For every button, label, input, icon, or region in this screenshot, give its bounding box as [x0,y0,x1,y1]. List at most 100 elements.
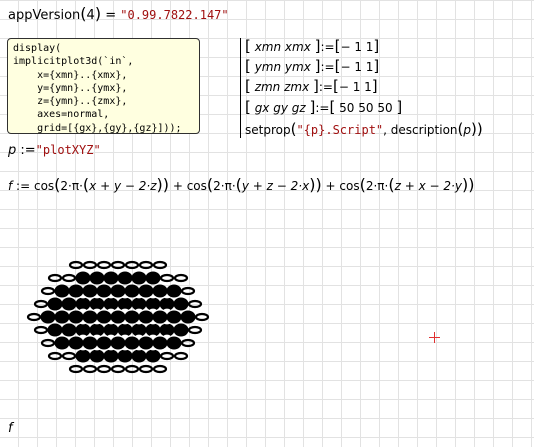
surface-gap [107,308,115,312]
xrange-assignment[interactable]: [ xmn xmx ]:=[− 1 1] [245,38,379,55]
yrange-assignment[interactable]: [ ymn ymx ]:=[− 1 1] [245,58,379,75]
implicit-plot-3d[interactable] [18,250,218,390]
surface-gap [107,334,115,338]
p-value: "plotXYZ" [35,143,101,157]
surface-blob [110,310,126,324]
surface-gap [163,334,171,338]
surface-blob [75,349,91,363]
grid-assignment[interactable]: [ gx gy gz ]:=[ 50 50 50 ] [245,99,402,116]
setprop-string-arg: "{p}.Script" [296,123,384,137]
surface-blob [117,271,133,285]
surface-gap [121,347,129,351]
script-line: axes=normal, [13,109,110,121]
assignment-block[interactable]: [ xmn xmx ]:=[− 1 1] [ ymn ymx ]:=[− 1 1… [240,38,501,138]
surface-gap [149,321,157,325]
p-definition[interactable]: p :="plotXYZ" [8,142,101,159]
surface-blob [26,312,42,322]
surface-blob [89,297,105,311]
insertion-cursor-icon [429,332,440,343]
surface-blob [194,312,210,322]
surface-blob [96,310,112,324]
script-region[interactable]: display(implicitplot3d(`in`, x={xmn}..{x… [7,38,200,134]
term-3-pre: 2·π· [365,179,389,193]
surface-blob [138,310,154,324]
surface-gap [79,308,87,312]
surface-gap [107,321,115,325]
zrange-assignment[interactable]: [ zmn zmx ]:=[− 1 1] [245,78,378,95]
surface-blob [103,323,119,337]
surface-blob [33,299,49,309]
surface-blob [124,336,140,350]
surface-blob [152,260,168,270]
p-var: p [8,143,17,158]
script-line: x={xmn}..{xmx}, [13,69,128,81]
surface-blob [89,271,105,285]
script-line: grid=[{gx},{gy},{gz}])); [13,122,182,134]
surface-blob [138,260,154,270]
surface-blob [110,364,126,374]
surface-blob [47,323,63,337]
surface-blob [40,286,56,296]
xrange-vars: xmn xmx [254,40,311,54]
surface-blob [124,310,140,324]
surface-blob [68,336,84,350]
surface-blob [47,297,63,311]
surface-blob [54,284,70,298]
app-version-fn: appVersion [8,8,81,23]
description-arg: p [463,123,472,137]
surface-gap [93,308,101,312]
term-3-inner: z + x − 2·y [394,179,462,193]
term-2-pre: 2·π· [213,179,236,193]
surface-blob [61,323,77,337]
surface-blob [180,310,196,324]
grid-vars: gx gy gz [254,101,306,115]
f-definition[interactable]: f := cos(2·π·(x + y − 2·z)) + cos(2·π·(y… [8,177,474,194]
surface-blob [96,364,112,374]
surface-blob [82,364,98,374]
setprop-call[interactable]: setprop("{p}.Script", description(p)) [245,121,483,138]
description-fn: description [390,123,458,137]
term-2-fn: cos [186,179,207,193]
surface-blob [110,260,126,270]
surface-blob [124,260,140,270]
surface-blob [68,260,84,270]
surface-blob [96,260,112,270]
surface-gap [149,347,157,351]
surface-blob [103,271,119,285]
surface-blob [145,349,161,363]
surface-blob [152,336,168,350]
surface-gap [149,334,157,338]
surface-blob [68,310,84,324]
surface-blob [75,297,91,311]
surface-blob [117,349,133,363]
surface-blob [40,310,56,324]
surface-gap [149,295,157,299]
surface-gap [163,295,171,299]
surface-blob [166,336,182,350]
surface-gap [135,334,143,338]
surface-blob [117,297,133,311]
surface-blob [131,349,147,363]
zrange-value: − 1 1 [338,80,372,94]
surface-gap [149,308,157,312]
surface-blob [40,338,56,348]
surface-blob [124,284,140,298]
script-line: implicitplot3d(`in`, [13,56,134,68]
surface-gap [107,347,115,351]
surface-blob [173,323,189,337]
surface-blob [82,336,98,350]
surface-blob [173,351,189,361]
surface-gap [107,295,115,299]
xrange-value: − 1 1 [340,40,374,54]
surface-gap [93,334,101,338]
f-evaluation-label[interactable]: f [8,421,13,437]
surface-gap [93,295,101,299]
yrange-vars: ymn ymx [254,60,311,74]
surface-blob [166,310,182,324]
surface-blob [145,271,161,285]
surface-blob [75,271,91,285]
f-var: f [8,179,13,193]
surface-blob [166,284,182,298]
surface-blob [103,349,119,363]
app-version-expression[interactable]: appVersion(4) = "0.99.7822.147" [8,6,229,24]
